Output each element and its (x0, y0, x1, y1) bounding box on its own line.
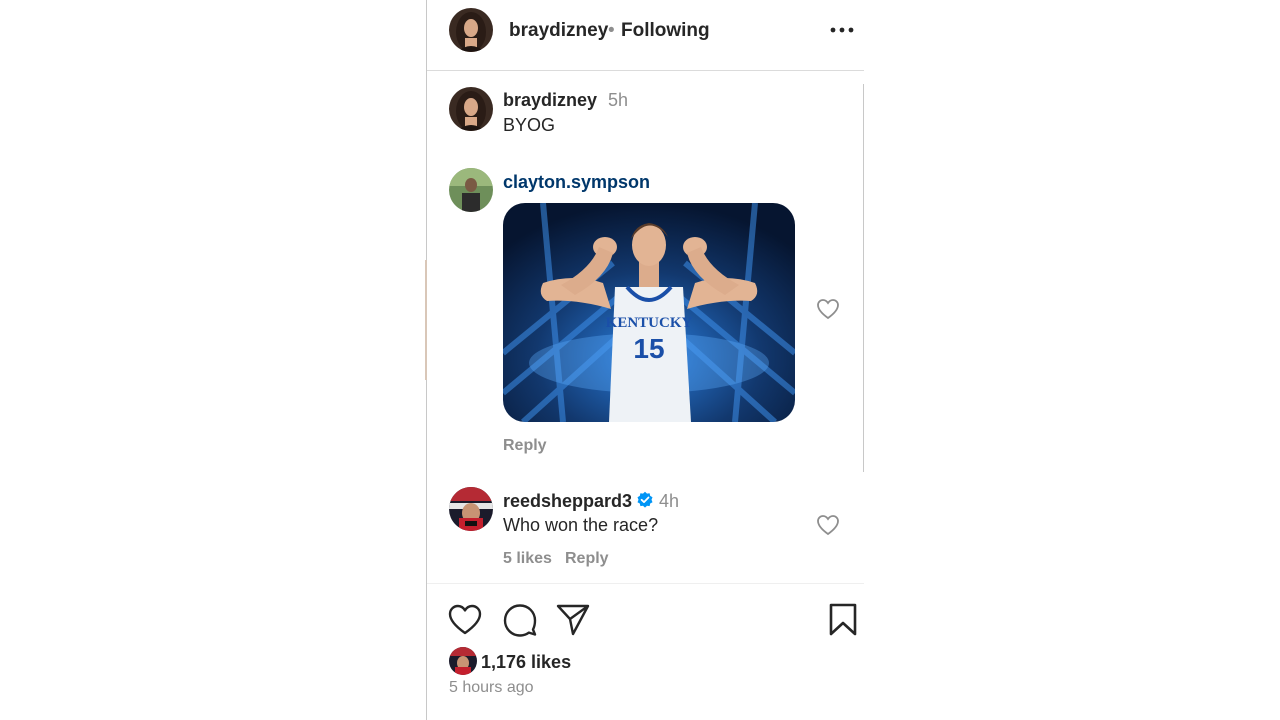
likes-avatar (449, 647, 477, 675)
comment-icon[interactable] (503, 603, 537, 637)
bookmark-icon[interactable] (826, 603, 860, 637)
comment-text: Who won the race? (503, 515, 659, 535)
reply-button[interactable]: Reply (565, 550, 609, 568)
heart-icon[interactable] (448, 603, 482, 637)
following-button[interactable]: Following (621, 20, 710, 42)
comment-likes[interactable]: 5 likes (503, 550, 552, 568)
reply-button[interactable]: Reply (503, 437, 547, 455)
comment-like-heart-icon[interactable] (816, 514, 840, 536)
post-panel: braydizney • Following braydizney 5h BYO… (427, 0, 864, 720)
comment-like-heart-icon[interactable] (816, 298, 840, 320)
comment-avatar[interactable] (449, 168, 493, 212)
header-separator: • (608, 20, 615, 41)
send-icon[interactable] (556, 603, 590, 637)
post-likes-count[interactable]: 1,176 likes (481, 652, 571, 673)
post-header: braydizney • Following (427, 0, 864, 71)
divider (427, 583, 864, 584)
comment-time: 5h (608, 90, 629, 110)
header-avatar[interactable] (449, 8, 493, 52)
comment-time: 4h (659, 491, 680, 511)
post-time-ago: 5 hours ago (449, 679, 534, 696)
more-horizontal-icon[interactable] (830, 24, 854, 36)
comment-username[interactable]: clayton.sympson (503, 172, 650, 193)
comment-avatar[interactable] (449, 87, 493, 131)
header-username[interactable]: braydizney (509, 20, 608, 42)
comment-text: BYOG (503, 115, 556, 135)
comment-username[interactable]: reedsheppard3 (503, 491, 632, 512)
panel-right-border (863, 84, 864, 472)
comment-username[interactable]: braydizney (503, 90, 597, 111)
jersey-number: 15 (633, 333, 664, 364)
comment-avatar[interactable] (449, 487, 493, 531)
verified-badge-icon (637, 491, 653, 508)
jersey-team: KENTUCKY (606, 315, 693, 331)
comment-gif[interactable]: KENTUCKY 15 (503, 203, 795, 422)
